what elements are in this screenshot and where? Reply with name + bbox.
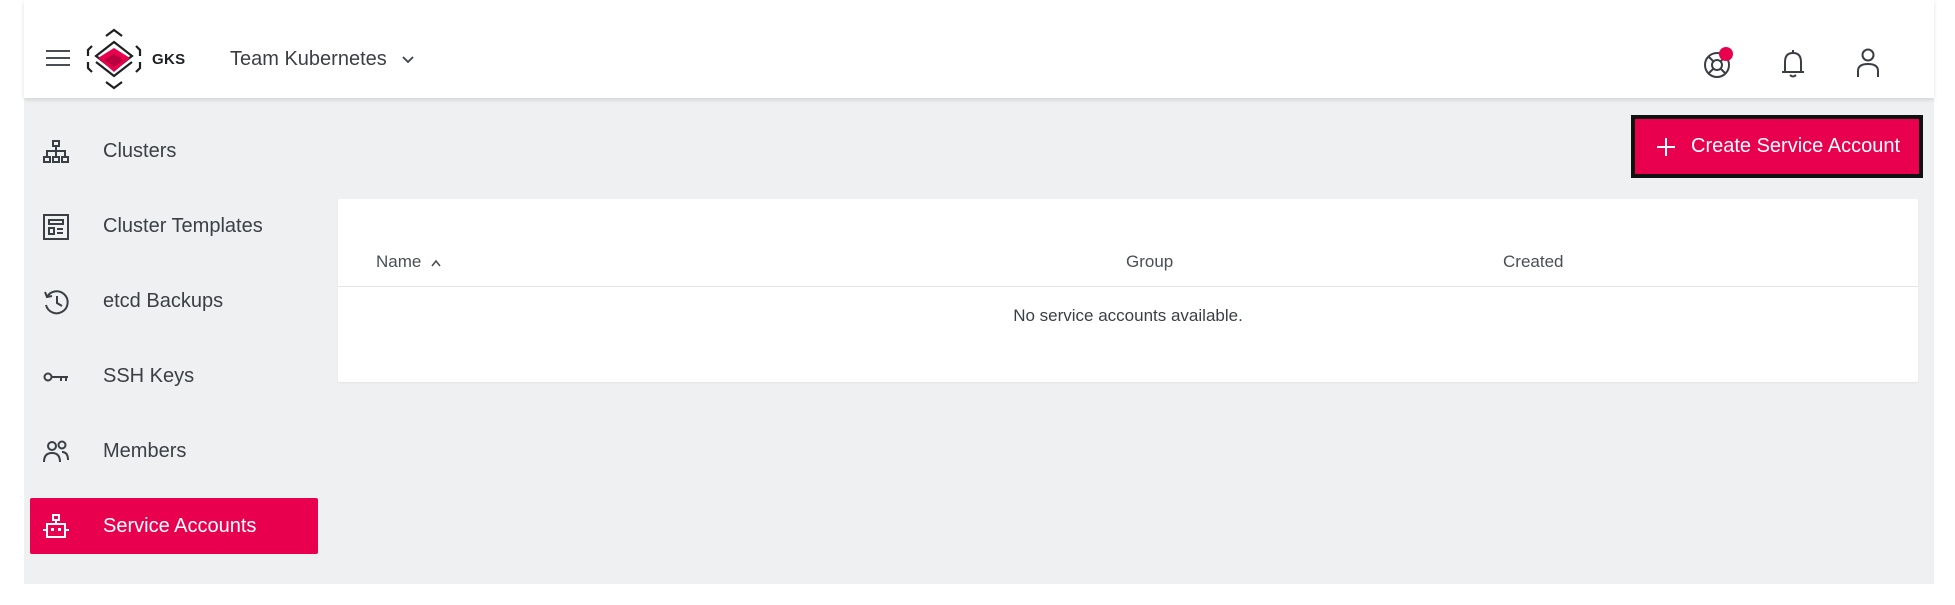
- header-divider: [338, 286, 1918, 287]
- sidebar-item-ssh-keys[interactable]: SSH Keys: [30, 348, 318, 404]
- sidebar-item-label: SSH Keys: [103, 364, 195, 387]
- robot-icon: [43, 514, 69, 538]
- app-shell: GKS Team Kubernetes Clusters Cluster Tem…: [24, 0, 1934, 584]
- sidebar-item-label: Clusters: [103, 139, 177, 162]
- notification-dot: [1719, 47, 1733, 61]
- service-accounts-table: Name Group Created No service accounts a…: [338, 199, 1918, 382]
- sidebar-item-cluster-templates[interactable]: Cluster Templates: [30, 198, 318, 254]
- column-header-label: Name: [376, 252, 422, 271]
- key-icon: [43, 372, 68, 382]
- bell-icon[interactable]: [1776, 46, 1810, 80]
- sidebar-item-clusters[interactable]: Clusters: [30, 123, 318, 179]
- chevron-down-icon: [402, 55, 414, 63]
- column-header-name[interactable]: Name: [376, 252, 442, 272]
- empty-state-message: No service accounts available.: [1013, 306, 1243, 325]
- sidebar-item-label: Cluster Templates: [103, 214, 263, 237]
- members-icon: [43, 440, 69, 463]
- template-icon: [43, 214, 69, 240]
- sidebar-item-label: etcd Backups: [103, 289, 224, 312]
- sidebar-item-members[interactable]: Members: [30, 423, 318, 479]
- plus-icon: [1657, 137, 1675, 156]
- sidebar-item-etcd-backups[interactable]: etcd Backups: [30, 273, 318, 329]
- gks-logo-icon[interactable]: [84, 26, 144, 92]
- support-icon[interactable]: [1701, 46, 1735, 80]
- sidebar-item-label: Service Accounts: [103, 514, 257, 537]
- create-button-label: Create Service Account: [1691, 135, 1900, 157]
- sidebar-item-label: Members: [103, 439, 187, 462]
- user-icon[interactable]: [1851, 46, 1885, 80]
- create-service-account-button[interactable]: Create Service Account: [1631, 115, 1923, 178]
- brand-text: GKS: [152, 51, 186, 68]
- sidebar-item-service-accounts[interactable]: Service Accounts: [30, 498, 318, 554]
- team-name: Team Kubernetes: [230, 48, 387, 70]
- sitemap-icon: [43, 140, 69, 163]
- menu-icon[interactable]: [46, 50, 70, 68]
- sort-ascending-icon: [431, 259, 441, 267]
- team-selector[interactable]: Team Kubernetes: [230, 48, 415, 71]
- history-icon: [44, 290, 69, 315]
- column-header-group[interactable]: Group: [1126, 252, 1173, 272]
- top-bar: GKS Team Kubernetes: [24, 0, 1934, 98]
- column-header-created[interactable]: Created: [1503, 252, 1563, 272]
